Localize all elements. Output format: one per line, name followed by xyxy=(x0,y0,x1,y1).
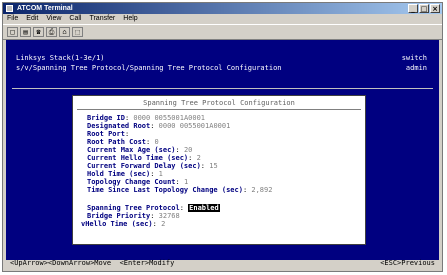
field-value: 2,892 xyxy=(251,186,273,194)
stp-config-panel: Spanning Tree Protocol Configuration Bri… xyxy=(72,95,366,245)
terminal-window: ATCOM Terminal _ □ × File Edit View Call… xyxy=(2,2,443,272)
print-icon[interactable]: ⎙ xyxy=(46,27,57,37)
properties-icon[interactable]: ⬚ xyxy=(72,27,83,37)
menu-path: s/v/Spanning Tree Protocol/Spanning Tree… xyxy=(16,64,282,72)
terminal-screen[interactable]: Linksys Stack(1-3e/1) s/v/Spanning Tree … xyxy=(6,40,439,260)
bridge-priority-label: Bridge Priority xyxy=(87,212,151,220)
connect-icon[interactable]: ☎ xyxy=(33,27,44,37)
app-icon xyxy=(6,5,13,12)
key-help-bar: <UpArrow><DownArrow>Move <Enter>Modify <… xyxy=(6,258,439,269)
field-value: 0 xyxy=(154,138,159,146)
field-label: Hold Time (sec) xyxy=(87,170,151,178)
field-row: Topology Change Count: 1 xyxy=(87,178,189,186)
field-row: Bridge ID: 0000 0055001A0001 xyxy=(87,114,206,122)
minimize-button[interactable]: _ xyxy=(408,4,418,13)
panel-title-divider xyxy=(77,109,361,110)
field-value: 0000 0055001A0001 xyxy=(133,114,206,122)
field-label: Current Forward Delay (sec) xyxy=(87,162,201,170)
field-row: Root Path Cost: 0 xyxy=(87,138,159,146)
stp-protocol-label: Spanning Tree Protocol xyxy=(87,204,180,212)
hello-time-label: vHello Time (sec) xyxy=(81,220,153,228)
panel-title: Spanning Tree Protocol Configuration xyxy=(143,99,295,107)
field-value: 2 xyxy=(196,154,201,162)
menu-edit[interactable]: Edit xyxy=(26,14,38,24)
menu-transfer[interactable]: Transfer xyxy=(89,14,115,24)
maximize-button[interactable]: □ xyxy=(419,4,429,13)
title-bar[interactable]: ATCOM Terminal _ □ × xyxy=(3,3,442,14)
field-label: Current Hello Time (sec) xyxy=(87,154,189,162)
field-value: 15 xyxy=(209,162,218,170)
field-row: Hold Time (sec): 1 xyxy=(87,170,163,178)
field-row: Time Since Last Topology Change (sec): 2… xyxy=(87,186,273,194)
menu-help[interactable]: Help xyxy=(123,14,137,24)
field-label: Designated Root xyxy=(87,122,151,130)
menu-file[interactable]: File xyxy=(7,14,18,24)
hello-time-row[interactable]: vHello Time (sec): 2 xyxy=(81,220,165,228)
field-label: Time Since Last Topology Change (sec) xyxy=(87,186,243,194)
field-label: Current Max Age (sec) xyxy=(87,146,176,154)
device-header: Linksys Stack(1-3e/1) xyxy=(16,54,105,62)
key-help-right: <ESC>Previous xyxy=(380,259,435,267)
open-icon[interactable]: ▤ xyxy=(20,27,31,37)
field-value: 1 xyxy=(158,170,163,178)
user-name: admin xyxy=(405,64,427,72)
field-row: Root Port: xyxy=(87,130,134,138)
stp-protocol-value[interactable]: Enabled xyxy=(188,204,220,212)
hello-time-value[interactable]: 2 xyxy=(161,220,165,228)
new-icon[interactable]: □ xyxy=(7,27,18,37)
menu-bar: File Edit View Call Transfer Help xyxy=(3,14,442,24)
field-row: Current Hello Time (sec): 2 xyxy=(87,154,201,162)
disconnect-icon[interactable]: ⌂ xyxy=(59,27,70,37)
bridge-priority-value[interactable]: 32768 xyxy=(159,212,180,220)
field-row: Designated Root: 0000 0055001A0001 xyxy=(87,122,231,130)
field-label: Topology Change Count xyxy=(87,178,176,186)
header-divider xyxy=(12,88,433,89)
toolbar: □ ▤ ☎ ⎙ ⌂ ⬚ xyxy=(3,24,442,40)
field-label: Bridge ID xyxy=(87,114,125,122)
host-name: switch xyxy=(401,54,427,62)
menu-call[interactable]: Call xyxy=(69,14,81,24)
field-value: 20 xyxy=(183,146,193,154)
close-button[interactable]: × xyxy=(430,4,440,13)
field-label: Root Path Cost xyxy=(87,138,147,146)
bridge-priority-row[interactable]: Bridge Priority: 32768 xyxy=(87,212,180,220)
key-help-left: <UpArrow><DownArrow>Move <Enter>Modify xyxy=(10,259,175,267)
field-row: Current Max Age (sec): 20 xyxy=(87,146,193,154)
window-title: ATCOM Terminal xyxy=(17,5,73,12)
stp-protocol-row[interactable]: Spanning Tree Protocol: Enabled xyxy=(87,204,220,212)
menu-view[interactable]: View xyxy=(46,14,61,24)
field-value: 1 xyxy=(183,178,189,186)
field-label: Root Port xyxy=(87,130,125,138)
field-row: Current Forward Delay (sec): 15 xyxy=(87,162,218,170)
field-value: 0000 0055001A0001 xyxy=(158,122,231,130)
